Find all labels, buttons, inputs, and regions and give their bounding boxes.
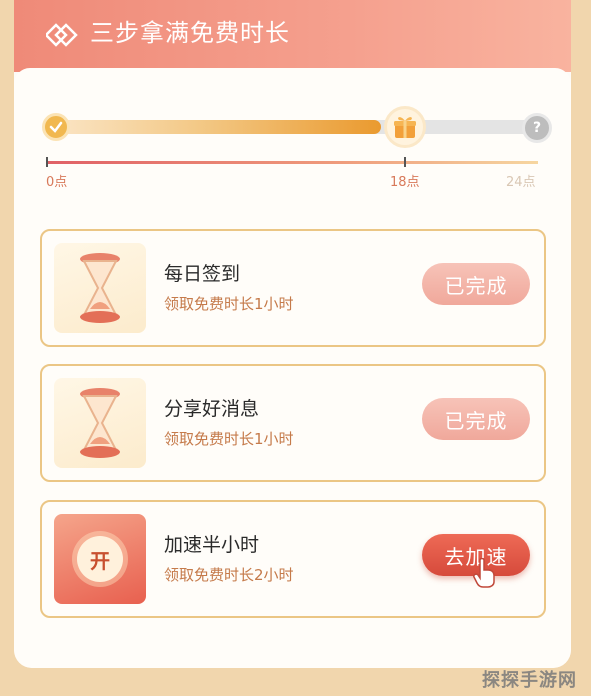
ruler-label-end: 24点 (506, 175, 536, 190)
task-row-checkin: 每日签到 领取免费时长1小时 已完成 (40, 229, 546, 347)
progress-fill (46, 120, 382, 134)
task-desc: 领取免费时长1小时 (164, 430, 294, 448)
task-row-share: 分享好消息 领取免费时长1小时 已完成 (40, 364, 546, 482)
locked-end-node: ? (522, 113, 552, 143)
task-desc: 领取免费时长2小时 (164, 566, 294, 584)
check-icon (49, 121, 63, 133)
header: 三步拿满免费时长 (14, 0, 571, 72)
ruler-label-start: 0点 (46, 175, 68, 190)
task-completed-button[interactable]: 已完成 (422, 263, 530, 305)
watermark: 探探手游网 (482, 670, 577, 691)
ruler-tick-start (46, 157, 48, 167)
header-title: 三步拿满免费时长 (90, 19, 290, 47)
task-thumb: 开 (54, 514, 146, 604)
power-on-label: 开 (90, 548, 110, 573)
power-on-icon: 开 (77, 536, 123, 582)
ruler-label-mid: 18点 (390, 175, 420, 190)
gift-node[interactable] (384, 106, 426, 148)
task-thumb (54, 378, 146, 468)
task-completed-button[interactable]: 已完成 (422, 398, 530, 440)
task-name: 每日签到 (164, 263, 241, 285)
hourglass-icon (80, 253, 120, 323)
task-desc: 领取免费时长1小时 (164, 295, 294, 313)
task-name: 分享好消息 (164, 398, 260, 420)
gift-box-icon (394, 117, 416, 138)
hourglass-icon (80, 388, 120, 458)
hand-pointer-icon (473, 558, 495, 588)
progress-track (46, 120, 532, 134)
task-row-speedup: 开 加速半小时 领取免费时长2小时 去加速 (40, 500, 546, 618)
diamond-logo-icon (46, 23, 78, 47)
task-thumb (54, 243, 146, 333)
time-ruler (46, 161, 538, 164)
task-name: 加速半小时 (164, 534, 260, 556)
progress-start-node (42, 113, 70, 141)
ruler-tick-mid (404, 157, 406, 167)
question-mark-icon: ? (532, 120, 542, 136)
